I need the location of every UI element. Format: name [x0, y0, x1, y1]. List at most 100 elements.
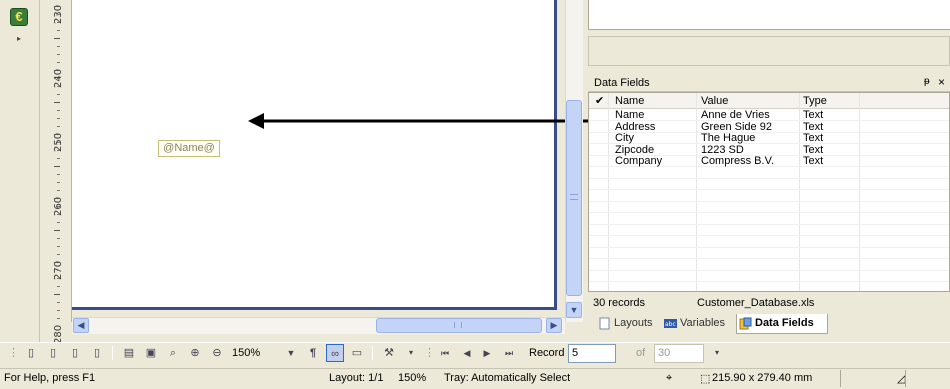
status-zoom: 150% [398, 372, 427, 384]
cell-type: Text [803, 120, 824, 133]
name-data-field[interactable]: @Name@ [158, 140, 220, 157]
table-row[interactable] [589, 271, 949, 282]
pin-icon[interactable]: ᵽ [924, 76, 930, 87]
status-page-size: 215.90 x 279.40 mm [712, 372, 813, 384]
database-icon [739, 317, 752, 330]
ruler-tick [54, 38, 60, 39]
ruler-tick [57, 126, 60, 127]
ruler-tick [57, 310, 60, 311]
cell-type: Text [803, 155, 824, 167]
ruler-tick [57, 278, 60, 279]
next-record-icon[interactable]: ▶ [478, 344, 496, 362]
table-row[interactable] [589, 179, 949, 190]
ruler-tick [57, 254, 60, 255]
table-row[interactable] [589, 202, 949, 213]
cell-value: 1223 SD [701, 143, 744, 156]
table-row[interactable]: Company Compress B.V. Text [589, 156, 949, 167]
arrow-connector [248, 113, 598, 129]
ruler-tick [54, 134, 60, 135]
scroll-down-icon[interactable]: ▼ [566, 302, 582, 318]
tab-label: Data Fields [755, 317, 814, 329]
prev-record-icon[interactable]: ◀ [458, 344, 476, 362]
column-header-value[interactable]: Value [701, 95, 728, 107]
prev-page-icon[interactable]: ▯ [44, 344, 62, 362]
check-icon[interactable]: ✔ [595, 95, 604, 107]
table-row[interactable] [589, 283, 949, 292]
table-row[interactable] [589, 248, 949, 259]
table-row[interactable]: City The Hague Text [589, 133, 949, 144]
column-header-name[interactable]: Name [615, 95, 644, 107]
table-row[interactable] [589, 168, 949, 179]
pilcrow-icon[interactable]: ¶ [304, 344, 322, 362]
table-row[interactable]: Zipcode 1223 SD Text [589, 143, 949, 156]
ruler-tick [54, 166, 60, 167]
panel-toolbar-area [588, 36, 950, 66]
table-row[interactable]: Name Anne de Vries Text [589, 110, 949, 121]
page-icon [599, 317, 610, 330]
ruler-tick [57, 182, 60, 183]
ruler-tick [57, 302, 60, 303]
table-row[interactable] [589, 214, 949, 225]
last-page-icon[interactable]: ▯ [88, 344, 106, 362]
toolbar-overflow-icon[interactable]: ▾ [402, 344, 420, 362]
zoom-dropdown-icon[interactable]: ▼ [282, 344, 300, 362]
zoom-in-icon[interactable]: ⊕ [186, 344, 204, 362]
page-size-icon: ⬚ [700, 373, 711, 385]
ruler-tick [57, 78, 60, 79]
first-record-icon[interactable]: ⏮ [436, 344, 454, 362]
printer-icon[interactable]: ▤ [120, 344, 138, 362]
cell-name: Company [615, 155, 663, 167]
next-page-icon[interactable]: ▯ [66, 344, 84, 362]
cell-type: Text [803, 143, 824, 156]
euro-icon[interactable]: € [10, 8, 28, 26]
abc-icon: abc [664, 319, 677, 328]
expand-arrow-icon[interactable]: ▸ [11, 32, 27, 46]
tab-variables[interactable]: abc Variables [662, 314, 725, 334]
of-label: of [636, 347, 646, 359]
table-row[interactable]: Address Green Side 92 Text [589, 120, 949, 133]
zoom-out-icon[interactable]: ⊖ [208, 344, 226, 362]
layout-page[interactable] [72, 0, 557, 310]
record-label: Record [529, 347, 565, 359]
data-fields-grid[interactable]: ✔ Name Value Type Name Anne de Vries Text A… [588, 92, 950, 292]
cell-name: Zipcode [615, 143, 655, 156]
ruler-tick [57, 110, 60, 111]
cell-name: City [615, 132, 634, 144]
position-icon: ⌖ [666, 372, 673, 384]
status-help: For Help, press F1 [4, 372, 96, 384]
ruler-tick [57, 142, 60, 143]
scroll-right-icon[interactable]: ▶ [546, 318, 562, 333]
zoom-page-icon[interactable]: ⌕ [164, 344, 182, 362]
record-input[interactable]: 5 [568, 344, 616, 363]
link-fields-icon[interactable]: ∞ [326, 344, 344, 362]
ruler-tick [57, 174, 60, 175]
cell-value: Green Side 92 [701, 120, 772, 133]
ruler-tick [57, 246, 60, 247]
cell-value: Compress B.V. [701, 155, 774, 167]
table-row[interactable] [589, 191, 949, 202]
table-row[interactable] [589, 237, 949, 248]
cell-value: The Hague [701, 132, 756, 144]
toolbar-grip-icon: ⋮ [424, 347, 435, 359]
close-icon[interactable]: × [938, 75, 945, 89]
ruler-tick [57, 222, 60, 223]
source-file-name: Customer_Database.xls [697, 297, 815, 309]
tab-data-fields[interactable]: Data Fields [736, 314, 828, 334]
first-page-icon[interactable]: ▯ [22, 344, 40, 362]
ruler-tick [57, 94, 60, 95]
page-view-icon[interactable]: ▣ [142, 344, 160, 362]
ruler-tick [57, 54, 60, 55]
ruler-tick [54, 230, 60, 231]
column-header-type[interactable]: Type [803, 95, 827, 107]
ruler-tick [54, 70, 60, 71]
scroll-left-icon[interactable]: ◀ [73, 318, 89, 333]
last-record-icon[interactable]: ⏭ [500, 344, 518, 362]
cell-value: Anne de Vries [701, 109, 770, 121]
table-row[interactable] [589, 225, 949, 236]
tab-layouts[interactable]: Layouts [596, 314, 653, 334]
ruler-toggle-icon[interactable]: ▭ [348, 344, 366, 362]
table-row[interactable] [589, 260, 949, 271]
tools-icon[interactable]: ⚒ [380, 344, 398, 362]
toolbar-overflow-icon[interactable]: ▾ [708, 344, 726, 362]
ruler-tick [54, 102, 60, 103]
